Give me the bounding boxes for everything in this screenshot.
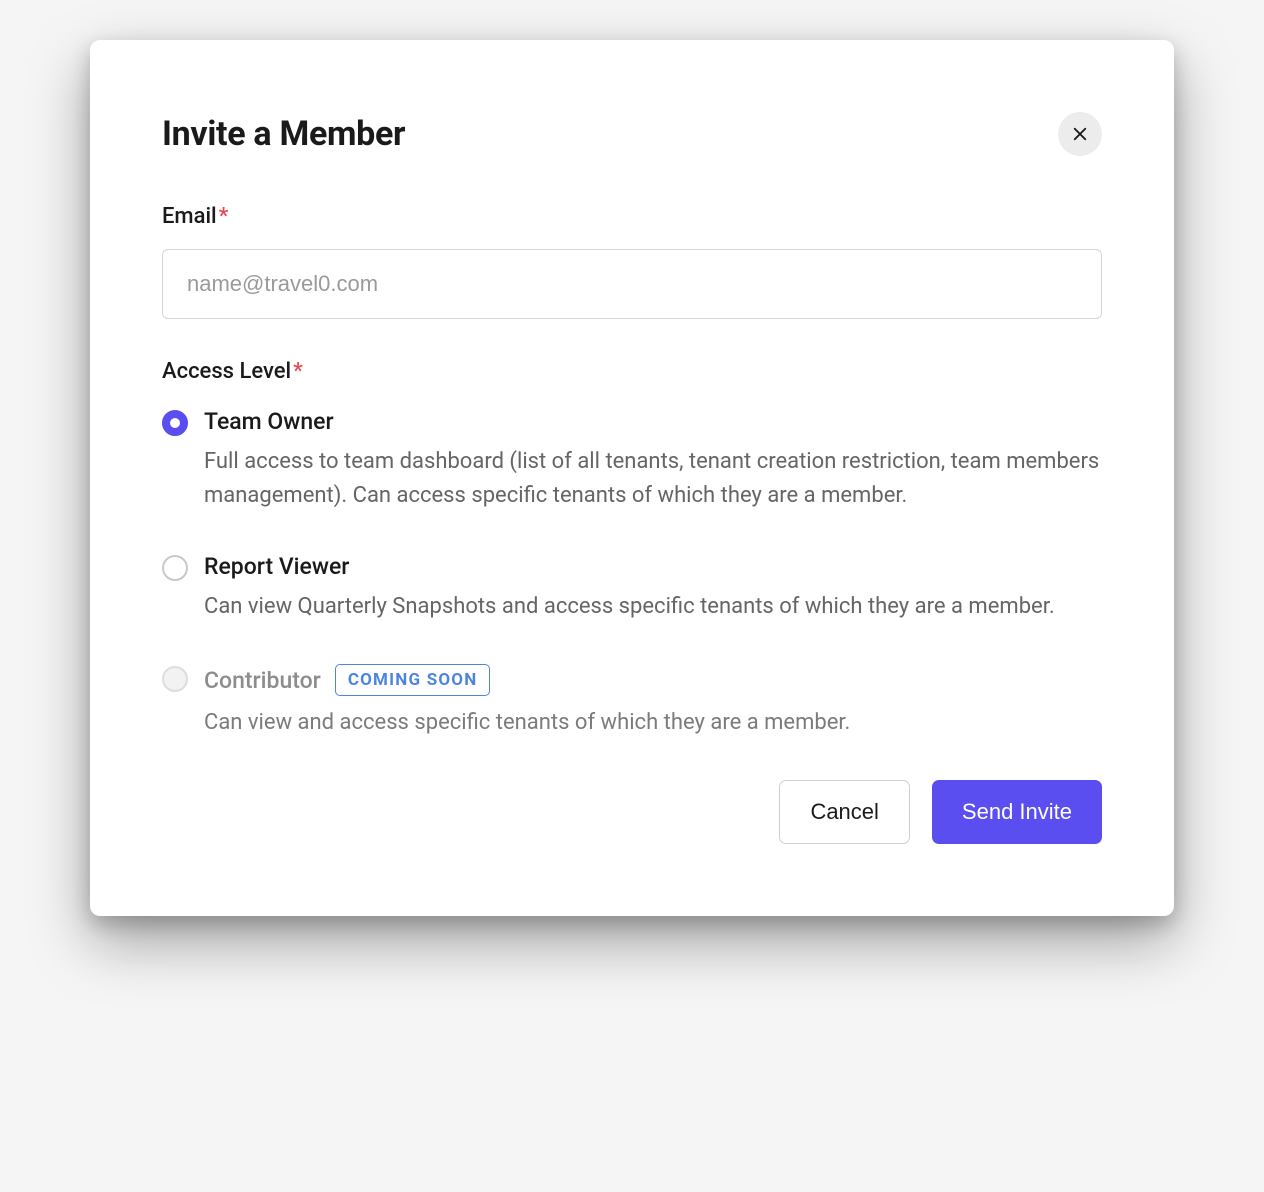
- send-invite-button[interactable]: Send Invite: [932, 780, 1102, 844]
- radio-title-row: Contributor COMING SOON: [204, 664, 1102, 696]
- radio-option-team-owner[interactable]: Team Owner Full access to team dashboard…: [162, 408, 1102, 513]
- radio-content: Contributor COMING SOON Can view and acc…: [204, 664, 1102, 740]
- radio-title: Contributor: [204, 667, 321, 694]
- close-icon: [1071, 125, 1089, 143]
- radio-content: Team Owner Full access to team dashboard…: [204, 408, 1102, 513]
- required-indicator: *: [293, 359, 303, 384]
- radio-description: Full access to team dashboard (list of a…: [204, 445, 1102, 513]
- coming-soon-badge: COMING SOON: [335, 664, 491, 696]
- radio-description: Can view Quarterly Snapshots and access …: [204, 590, 1102, 624]
- radio-title: Report Viewer: [204, 553, 349, 580]
- invite-member-modal: Invite a Member Email* Access Level* Tea…: [90, 40, 1174, 916]
- radio-team-owner[interactable]: [162, 410, 188, 436]
- radio-option-contributor: Contributor COMING SOON Can view and acc…: [162, 664, 1102, 740]
- radio-title: Team Owner: [204, 408, 334, 435]
- radio-content: Report Viewer Can view Quarterly Snapsho…: [204, 553, 1102, 624]
- modal-title: Invite a Member: [162, 114, 405, 154]
- email-label-text: Email: [162, 204, 217, 229]
- email-field-group: Email*: [162, 204, 1102, 319]
- radio-contributor: [162, 666, 188, 692]
- radio-title-row: Team Owner: [204, 408, 1102, 435]
- close-button[interactable]: [1058, 112, 1102, 156]
- radio-report-viewer[interactable]: [162, 555, 188, 581]
- access-level-label-text: Access Level: [162, 359, 291, 384]
- access-level-label: Access Level*: [162, 359, 1102, 384]
- email-label: Email*: [162, 204, 1102, 229]
- radio-option-report-viewer[interactable]: Report Viewer Can view Quarterly Snapsho…: [162, 553, 1102, 624]
- required-indicator: *: [219, 204, 229, 229]
- modal-header: Invite a Member: [162, 112, 1102, 156]
- modal-footer: Cancel Send Invite: [162, 780, 1102, 844]
- cancel-button[interactable]: Cancel: [779, 780, 909, 844]
- email-input[interactable]: [162, 249, 1102, 319]
- radio-title-row: Report Viewer: [204, 553, 1102, 580]
- radio-description: Can view and access specific tenants of …: [204, 706, 1102, 740]
